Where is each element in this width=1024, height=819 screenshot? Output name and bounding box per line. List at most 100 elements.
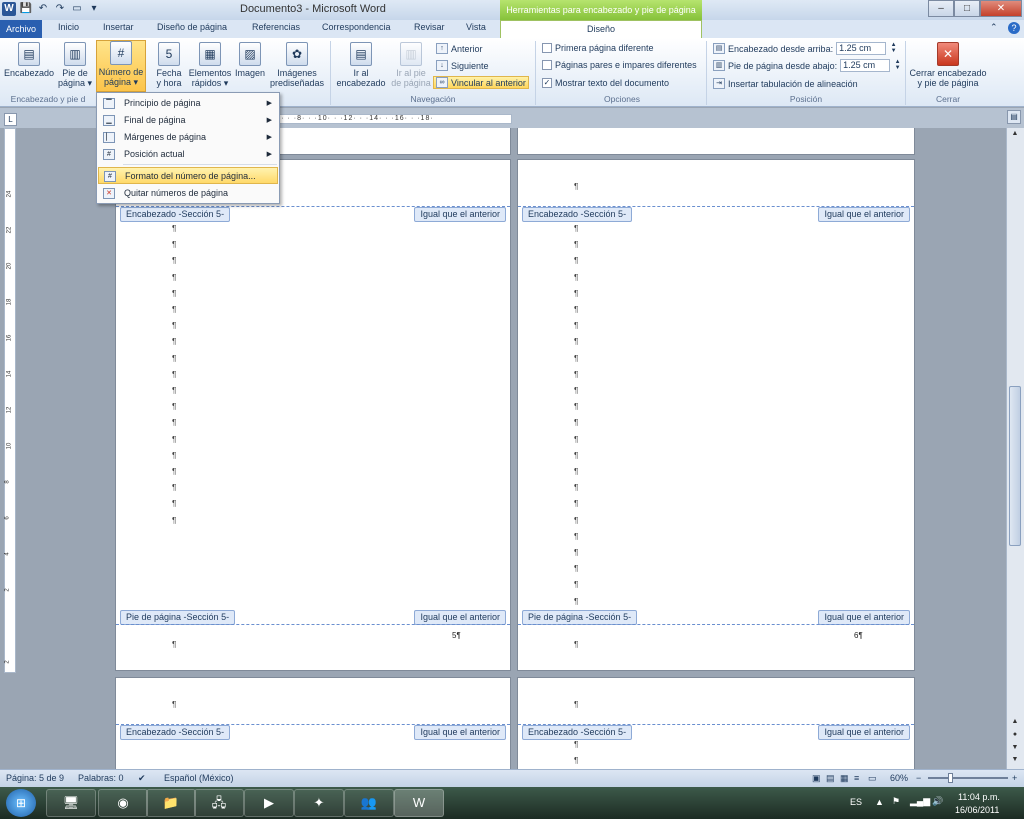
- view-ruler-icon[interactable]: ▤: [1007, 110, 1021, 124]
- clock-date[interactable]: 16/06/2011: [955, 805, 999, 815]
- show-hidden-icons-icon[interactable]: ▲: [875, 797, 884, 807]
- zoom-in-icon[interactable]: +: [1012, 773, 1017, 783]
- scroll-up-icon[interactable]: ▲: [1009, 130, 1021, 142]
- fecha-hora-button[interactable]: 5 Fecha y hora: [152, 42, 186, 92]
- word-count-status[interactable]: Palabras: 0: [78, 773, 124, 783]
- pares-impares-checkbox[interactable]: Páginas pares e impares diferentes: [542, 60, 697, 70]
- tab-revisar[interactable]: Revisar: [414, 22, 445, 32]
- tab-insertar[interactable]: Insertar: [103, 22, 134, 32]
- tab-diseno[interactable]: Diseño: [500, 20, 702, 38]
- page-8[interactable]: ¶ Encabezado -Sección 5- Igual que el an…: [518, 678, 914, 769]
- maximize-button[interactable]: □: [954, 0, 980, 17]
- minimize-ribbon-icon[interactable]: ⌃: [990, 22, 998, 33]
- tab-vista[interactable]: Vista: [466, 22, 486, 32]
- start-button-icon[interactable]: ⊞: [6, 789, 36, 817]
- encabezado-button[interactable]: ▤ Encabezado: [3, 42, 55, 92]
- ir-al-pie-button[interactable]: ▥ Ir al pie de página: [390, 42, 432, 92]
- close-button[interactable]: ✕: [980, 0, 1022, 17]
- tab-archivo[interactable]: Archivo: [0, 20, 42, 38]
- scroll-down-icon[interactable]: ▼: [1009, 756, 1021, 768]
- undo-icon[interactable]: ↶: [36, 2, 50, 16]
- tab-referencias[interactable]: Referencias: [252, 22, 300, 32]
- volume-icon[interactable]: 🔊: [932, 796, 943, 807]
- minimize-button[interactable]: –: [928, 0, 954, 17]
- print-preview-icon[interactable]: ▭: [70, 2, 84, 16]
- print-layout-icon[interactable]: ▣: [812, 773, 821, 784]
- customize-qa-icon[interactable]: ▾: [87, 2, 101, 16]
- page-7[interactable]: ¶ Encabezado -Sección 5- Igual que el an…: [116, 678, 510, 769]
- tab-correspondencia[interactable]: Correspondencia: [322, 22, 391, 32]
- group-label-navegacion: Navegación: [410, 94, 456, 104]
- page-4-bottom[interactable]: [518, 128, 914, 154]
- spinner-arrows-icon[interactable]: ▲ ▼: [893, 59, 902, 72]
- page-5[interactable]: Encabezado -Sección 5- Igual que el ante…: [116, 160, 510, 670]
- taskbar-computer-icon[interactable]: 🖥: [46, 789, 96, 817]
- redo-icon[interactable]: ↷: [53, 2, 67, 16]
- page-number-field[interactable]: 5¶: [452, 631, 461, 640]
- outline-icon[interactable]: ≡: [854, 773, 859, 783]
- page-number-field[interactable]: 6¶: [854, 631, 863, 640]
- current-position-icon: #: [103, 149, 115, 160]
- zoom-out-icon[interactable]: −: [916, 773, 921, 783]
- tab-inicio[interactable]: Inicio: [58, 22, 79, 32]
- encabezado-desde-arriba-input[interactable]: 1.25 cm: [836, 42, 887, 55]
- numero-de-pagina-button[interactable]: # Número de página ▾: [96, 40, 146, 92]
- taskbar-word-icon[interactable]: W: [394, 789, 444, 817]
- help-icon[interactable]: ?: [1008, 22, 1020, 34]
- taskbar-chrome-icon[interactable]: ◉: [98, 789, 148, 817]
- clock-time[interactable]: 11:04 p.m.: [958, 792, 1000, 802]
- cerrar-encabezado-button[interactable]: ✕ Cerrar encabezado y pie de página: [908, 42, 988, 92]
- menu-item-quitar[interactable]: ✕ Quitar números de página: [98, 185, 278, 202]
- language-indicator[interactable]: ES: [850, 797, 862, 807]
- zoom-slider-knob[interactable]: [948, 773, 953, 783]
- proofing-icon[interactable]: ✔: [138, 773, 146, 784]
- taskbar-app-icon[interactable]: ✦: [294, 789, 344, 817]
- paragraph-mark: ¶: [172, 450, 177, 460]
- taskbar-messenger-icon[interactable]: 👥: [344, 789, 394, 817]
- word-app-icon[interactable]: W: [2, 2, 16, 16]
- taskbar-media-player-icon[interactable]: ▶: [244, 789, 294, 817]
- spinner-arrows-icon[interactable]: ▲ ▼: [889, 42, 898, 55]
- document-workspace: ¶ Encabezado -Sección 5- Igual que el an…: [20, 128, 1010, 769]
- taskbar-explorer-icon[interactable]: 📁: [146, 789, 196, 817]
- imagenes-prediseñadas-button[interactable]: ✿ Imágenes prediseñadas: [268, 42, 326, 92]
- siguiente-button[interactable]: ↓ Siguiente: [436, 60, 489, 71]
- menu-item-final[interactable]: ▁ Final de página ▶: [98, 112, 278, 129]
- tab-selector-icon[interactable]: L: [4, 113, 17, 126]
- browse-object-icon[interactable]: ●: [1009, 731, 1021, 743]
- language-status[interactable]: Español (México): [164, 773, 234, 783]
- tab-diseno-pagina[interactable]: Diseño de página: [157, 22, 227, 32]
- draft-icon[interactable]: ▭: [868, 773, 877, 784]
- network-signal-icon[interactable]: ▂▄▆: [910, 796, 930, 807]
- horizontal-ruler[interactable]: ·5· · ·8· · ·10· · ·12· · ·14· · ·16· · …: [272, 114, 512, 124]
- primera-pagina-checkbox[interactable]: Primera página diferente: [542, 43, 654, 53]
- scrollbar-thumb[interactable]: [1009, 386, 1021, 546]
- page-count-status[interactable]: Página: 5 de 9: [6, 773, 64, 783]
- web-layout-icon[interactable]: ▦: [840, 773, 849, 784]
- ir-al-encabezado-button[interactable]: ▤ Ir al encabezado: [334, 42, 388, 92]
- paragraph-mark: ¶: [574, 596, 579, 606]
- previous-page-icon[interactable]: ▲: [1009, 718, 1021, 730]
- menu-item-margenes[interactable]: ▏ Márgenes de página ▶: [98, 129, 278, 146]
- insertar-tabulacion-button[interactable]: ⇥ Insertar tabulación de alineación: [713, 78, 858, 89]
- anterior-button[interactable]: ↑ Anterior: [436, 43, 483, 54]
- page-6[interactable]: ¶ Encabezado -Sección 5- Igual que el an…: [518, 160, 914, 670]
- save-icon[interactable]: 💾: [19, 2, 33, 16]
- vertical-scrollbar[interactable]: ▲ ▲ ● ▼ ▼: [1006, 128, 1024, 769]
- mostrar-texto-checkbox[interactable]: ✓ Mostrar texto del documento: [542, 78, 669, 88]
- zoom-level[interactable]: 60%: [890, 773, 908, 783]
- pie-de-pagina-button[interactable]: ▥ Pie de página ▾: [57, 42, 93, 92]
- elementos-rapidos-button[interactable]: ▦ Elementos rápidos ▾: [186, 42, 234, 92]
- flag-icon[interactable]: ⚑: [892, 796, 900, 807]
- taskbar-network-icon[interactable]: 🖧: [194, 789, 244, 817]
- pie-desde-abajo-input[interactable]: 1.25 cm: [840, 59, 891, 72]
- vincular-al-anterior-button[interactable]: ∞ Vincular al anterior: [433, 76, 529, 89]
- menu-item-formato[interactable]: # Formato del número de página...: [98, 167, 278, 184]
- vertical-ruler[interactable]: 24 22 20 18 16 14 12 10 8 6 4 2 2: [4, 128, 16, 673]
- menu-item-posicion-actual[interactable]: # Posición actual ▶: [98, 146, 278, 163]
- zoom-slider[interactable]: [928, 777, 1008, 779]
- imagen-button[interactable]: ▨ Imagen: [233, 42, 267, 92]
- menu-item-principio[interactable]: ▔ Principio de página ▶: [98, 95, 278, 112]
- full-screen-reading-icon[interactable]: ▤: [826, 773, 835, 784]
- next-page-icon[interactable]: ▼: [1009, 744, 1021, 756]
